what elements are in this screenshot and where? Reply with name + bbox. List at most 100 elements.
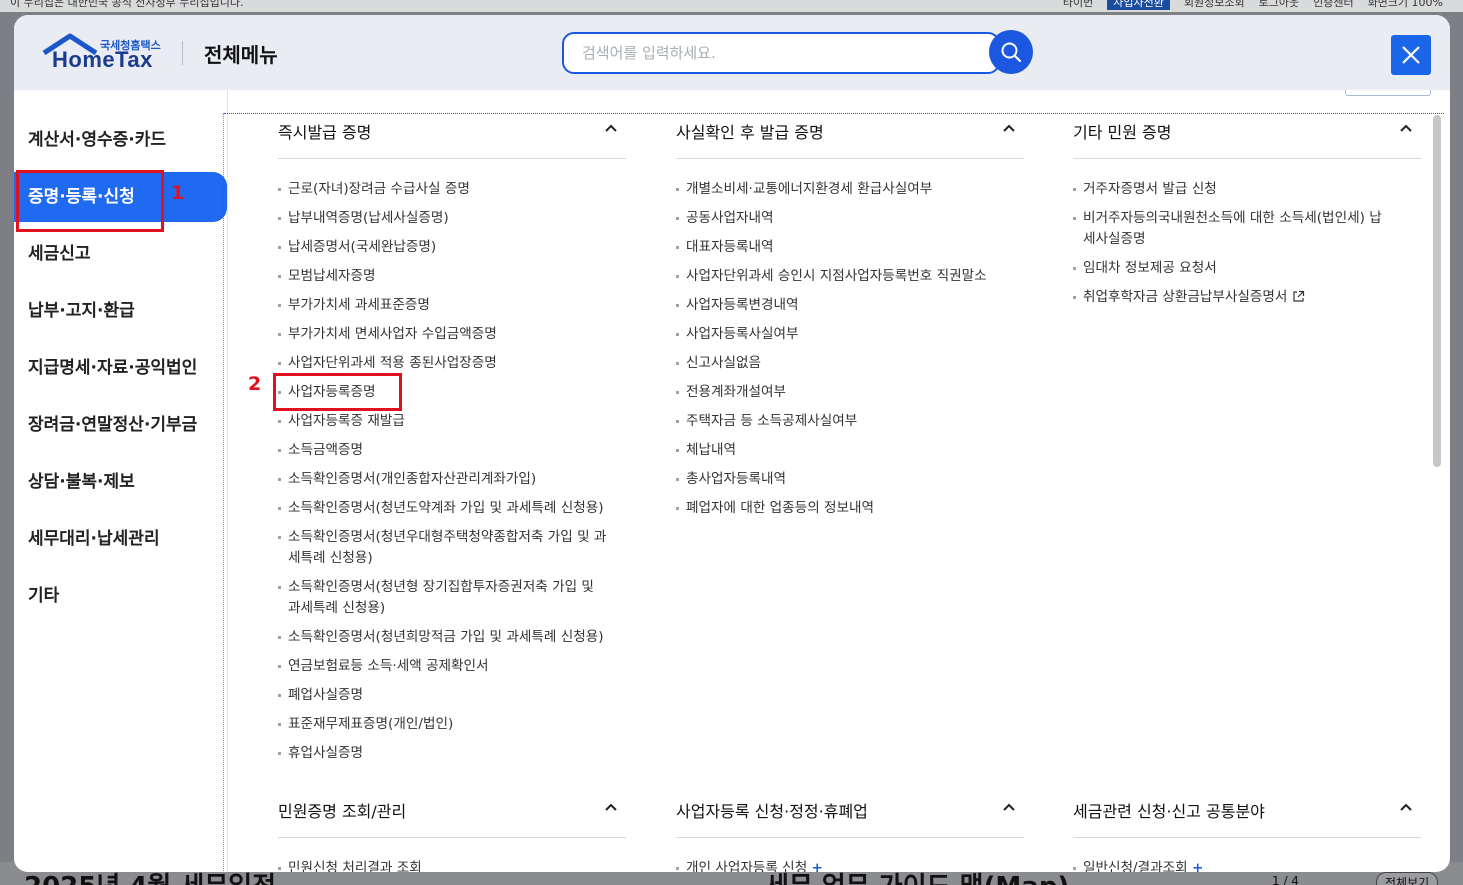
menu-item-label: 취업후학자금 상환금납부사실증명서 [1083, 289, 1288, 305]
menu-item[interactable]: 소득확인증명서(청년우대형주택청약종합저축 가입 및 과세특례 신청용) [278, 527, 608, 569]
section-header[interactable]: 사업자등록 신청·정정·휴폐업 [676, 794, 1024, 838]
menu-item[interactable]: 연금보험료등 소득·세액 공제확인서 [278, 656, 626, 677]
menu-item[interactable]: 대표자등록내역 [676, 237, 1024, 258]
content-separator [227, 90, 228, 872]
menu-list: 근로(자녀)장려금 수급사실 증명 납부내역증명(납세사실증명) 납세증명서(국… [278, 179, 626, 764]
menu-item[interactable]: 취업후학자금 상환금납부사실증명서 [1073, 287, 1421, 308]
menu-item[interactable]: 소득확인증명서(개인종합자산관리계좌가입) [278, 469, 626, 490]
menu-item[interactable]: 납세증명서(국세완납증명) [278, 237, 626, 258]
section-header[interactable]: 사실확인 후 발급 증명 [676, 115, 1024, 159]
top-link[interactable]: 인증센터 [1313, 0, 1353, 10]
top-link[interactable]: 로그아웃 [1259, 0, 1299, 10]
menu-item[interactable]: 총사업자등록내역 [676, 469, 1024, 490]
menu-item[interactable]: 거주자증명서 발급 신청 [1073, 179, 1421, 200]
menu-item[interactable]: 주택자금 등 소득공제사실여부 [676, 411, 1024, 432]
sidebar-item-etc[interactable]: 기타 [14, 571, 227, 621]
section-header[interactable]: 세금관련 신청·신고 공통분야 [1073, 794, 1421, 838]
menu-item[interactable]: 신고사실없음 [676, 353, 1024, 374]
section-other-certificates: 기타 민원 증명 거주자증명서 발급 신청 비거주자등의국내원천소득에 대한 소… [1073, 115, 1421, 316]
menu-item[interactable]: 전용계좌개설여부 [676, 382, 1024, 403]
section-header[interactable]: 즉시발급 증명 [278, 115, 626, 159]
menu-item[interactable]: 소득확인증명서(청년형 장기집합투자증권저축 가입 및 과세특례 신청용) [278, 577, 608, 619]
menu-item[interactable]: 임대차 정보제공 요청서 [1073, 258, 1421, 279]
menu-item[interactable]: 부가가치세 과세표준증명 [278, 295, 626, 316]
section-business-registration: 사업자등록 신청·정정·휴폐업 개인 사업자등록 신청 + [676, 794, 1024, 872]
menu-item[interactable]: 납부내역증명(납세사실증명) [278, 208, 626, 229]
top-links: 타이번 사업자전환 회원정보조회 로그아웃 인증센터 화면크기 100% [1063, 0, 1443, 10]
menu-item[interactable]: 비거주자등의국내원천소득에 대한 소득세(법인세) 납세사실증명 [1073, 208, 1383, 250]
external-link-icon [1293, 290, 1304, 302]
section-title: 즉시발급 증명 [278, 123, 372, 142]
highlight-box-step2 [273, 373, 402, 411]
section-header[interactable]: 민원증명 조회/관리 [278, 794, 626, 838]
menu-item[interactable]: 공동사업자내역 [676, 208, 1024, 229]
menu-item[interactable]: 근로(자녀)장려금 수급사실 증명 [278, 179, 626, 200]
close-button[interactable] [1391, 35, 1431, 75]
section-civil-inquiry: 민원증명 조회/관리 민원신청 처리결과 조회 [278, 794, 626, 872]
menu-list: 개별소비세·교통에너지환경세 환급사실여부 공동사업자내역 대표자등록내역 사업… [676, 179, 1024, 519]
menu-item[interactable]: 휴업사실증명 [278, 743, 626, 764]
bg-page-indicator: 1 / 4 [1272, 874, 1299, 885]
scrollbar[interactable] [1433, 115, 1441, 467]
section-instant-certificates: 즉시발급 증명 근로(자녀)장려금 수급사실 증명 납부내역증명(납세사실증명)… [278, 115, 626, 772]
menu-item[interactable]: 표준재무제표증명(개인/법인) [278, 714, 626, 735]
section-title: 기타 민원 증명 [1073, 123, 1172, 142]
menu-item[interactable]: 폐업사실증명 [278, 685, 626, 706]
search-input[interactable] [582, 42, 962, 64]
menu-item[interactable]: 사업자단위과세 적용 종된사업장증명 [278, 353, 626, 374]
sidebar-item-incentive[interactable]: 장려금·연말정산·기부금 [14, 400, 227, 450]
top-link[interactable]: 회원정보조회 [1184, 0, 1245, 10]
menu-item[interactable]: 폐업자에 대한 업종등의 정보내역 [676, 498, 1024, 519]
bg-view-all-button[interactable]: 전체보기 [1376, 872, 1439, 885]
plus-icon: + [811, 860, 823, 872]
section-title: 사실확인 후 발급 증명 [676, 123, 824, 142]
modal-title: 전체메뉴 [204, 43, 278, 67]
sidebar-item-payment-statement[interactable]: 지급명세·자료·공익법인 [14, 343, 227, 393]
sidebar-item-invoice[interactable]: 계산서·영수증·카드 [14, 115, 227, 165]
top-link[interactable]: 타이번 [1063, 0, 1093, 10]
sidebar-item-tax-return[interactable]: 세금신고 [14, 229, 227, 279]
section-header[interactable]: 기타 민원 증명 [1073, 115, 1421, 159]
chevron-up-icon[interactable] [1002, 800, 1016, 814]
plus-icon: + [1191, 860, 1204, 872]
section-title: 사업자등록 신청·정정·휴폐업 [676, 802, 868, 821]
menu-item[interactable]: 사업자등록증 재발급 [278, 411, 626, 432]
menu-item[interactable]: 모범납세자증명 [278, 266, 626, 287]
section-verified-certificates: 사실확인 후 발급 증명 개별소비세·교통에너지환경세 환급사실여부 공동사업자… [676, 115, 1024, 527]
sidebar-item-tax-agent[interactable]: 세무대리·납세관리 [14, 514, 227, 564]
menu-list: 거주자증명서 발급 신청 비거주자등의국내원천소득에 대한 소득세(법인세) 납… [1073, 179, 1421, 308]
menu-item[interactable]: 사업자등록변경내역 [676, 295, 1024, 316]
chevron-up-icon[interactable] [1399, 800, 1413, 814]
gov-notice: 이 누리집은 대한민국 공식 전자정부 누리집입니다. [10, 0, 244, 9]
menu-item[interactable]: 사업자등록사실여부 [676, 324, 1024, 345]
chevron-up-icon[interactable] [1399, 121, 1413, 135]
chevron-up-icon[interactable] [604, 121, 618, 135]
step-number-2: 2 [248, 373, 262, 395]
sidebar-item-consulting[interactable]: 상담·불복·제보 [14, 457, 227, 507]
menu-item[interactable]: 소득확인증명서(청년희망적금 가입 및 과세특례 신청용) [278, 627, 626, 648]
menu-item[interactable]: 소득확인증명서(청년도약계좌 가입 및 과세특례 신청용) [278, 498, 626, 519]
top-link-business[interactable]: 사업자전환 [1107, 0, 1170, 10]
search-button[interactable] [989, 30, 1033, 74]
menu-item[interactable]: 체납내역 [676, 440, 1024, 461]
menu-item[interactable]: 일반신청/결과조회 + [1073, 858, 1421, 872]
section-title: 민원증명 조회/관리 [278, 802, 407, 821]
highlight-box-step1 [16, 170, 164, 232]
sidebar-item-payment[interactable]: 납부·고지·환급 [14, 286, 227, 336]
menu-item[interactable]: 소득금액증명 [278, 440, 626, 461]
top-link[interactable]: 화면크기 100% [1368, 0, 1443, 10]
hometax-logo[interactable]: 국세청홈택스 HomeTax [42, 33, 162, 73]
menu-item[interactable]: 부가가치세 면세사업자 수입금액증명 [278, 324, 626, 345]
menu-list: 일반신청/결과조회 + [1073, 858, 1421, 872]
logo-text: HomeTax [52, 47, 153, 72]
chevron-up-icon[interactable] [604, 800, 618, 814]
menu-list: 개인 사업자등록 신청 + [676, 858, 1024, 872]
menu-item[interactable]: 개별소비세·교통에너지환경세 환급사실여부 [676, 179, 1024, 200]
menu-item[interactable]: 민원신청 처리결과 조회 [278, 858, 626, 872]
menu-item[interactable]: 사업자단위과세 승인시 지점사업자등록번호 직권말소 [676, 266, 1024, 287]
menu-item[interactable]: 개인 사업자등록 신청 + [676, 858, 1024, 872]
header-divider [182, 41, 183, 65]
background-top-bar: 이 누리집은 대한민국 공식 전자정부 누리집입니다. 타이번 사업자전환 회원… [0, 0, 1463, 12]
menu-item-label: 일반신청/결과조회 [1083, 860, 1188, 872]
chevron-up-icon[interactable] [1002, 121, 1016, 135]
